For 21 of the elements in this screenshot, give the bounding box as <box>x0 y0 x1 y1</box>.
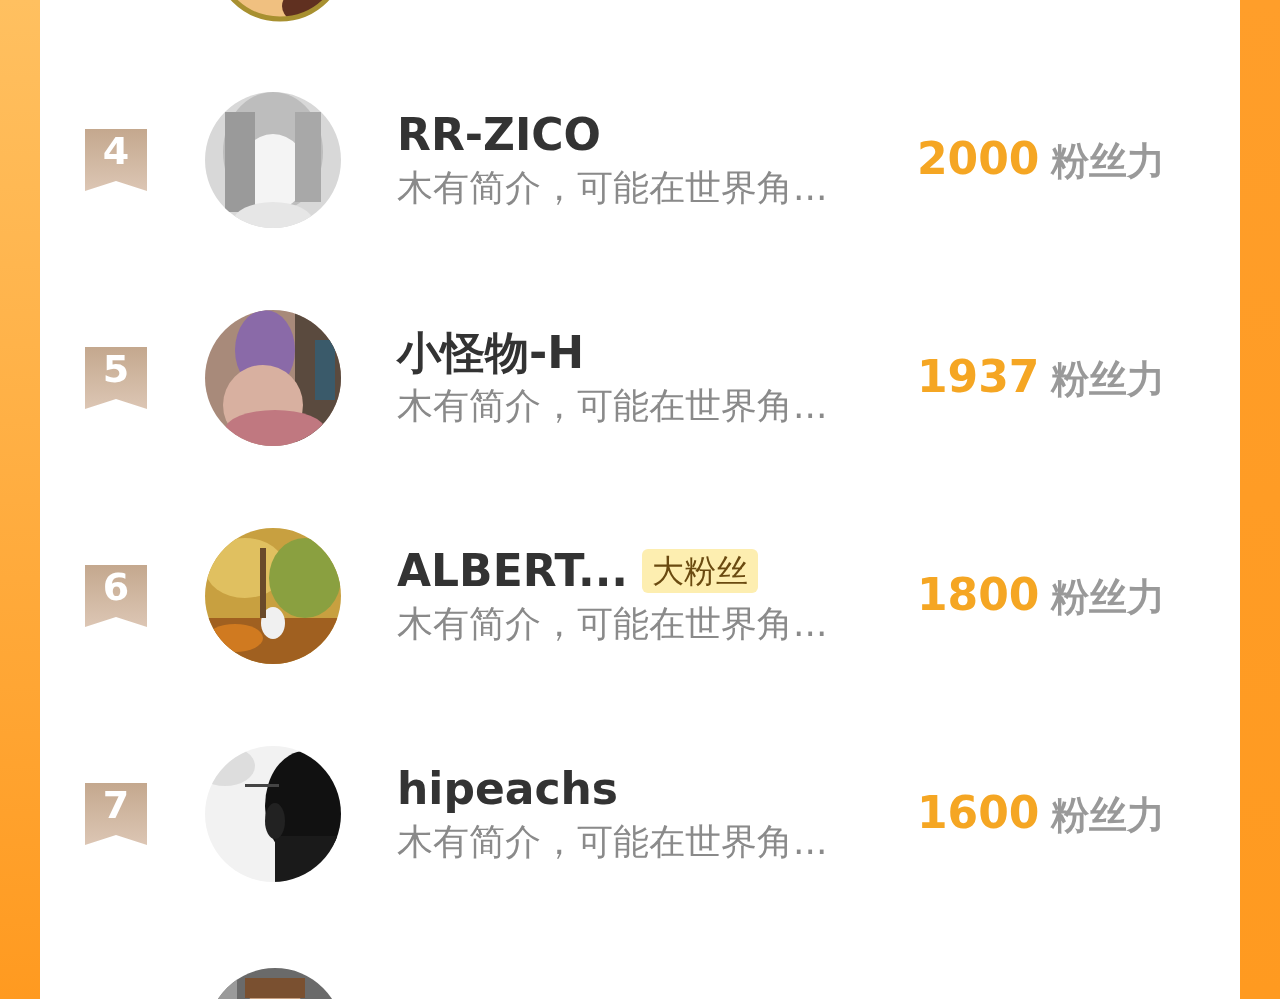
score-unit: 粉丝力 <box>1051 574 1166 621</box>
user-bio: 木有简介，可能在世界角... <box>397 384 829 428</box>
user-name: ALBERT... <box>397 544 629 598</box>
fan-badge: 大粉丝 <box>642 549 759 593</box>
user-name: RR-ZICO <box>397 108 601 162</box>
score-unit: 粉丝力 <box>1051 138 1166 185</box>
score-unit: 粉丝力 <box>1051 356 1166 403</box>
user-name: hipeachs <box>397 762 619 816</box>
fan-score: 2000 <box>917 133 1040 184</box>
fan-score: 1937 <box>917 351 1040 402</box>
rank-ribbon: 7 <box>85 783 147 845</box>
rank-ribbon: 4 <box>85 129 147 191</box>
user-bio: 木有简介，可能在世界角... <box>397 602 829 646</box>
fan-score: 1800 <box>917 569 1040 620</box>
score-unit: 粉丝力 <box>1051 792 1166 839</box>
user-bio: 木有简介，可能在世界角... <box>397 166 829 210</box>
fan-score: 1600 <box>917 787 1040 838</box>
user-bio: 木有简介，可能在世界角... <box>397 820 829 864</box>
rank-ribbon: 6 <box>85 565 147 627</box>
user-name: 小怪物-H <box>397 326 585 380</box>
rank-ribbon: 5 <box>85 347 147 409</box>
